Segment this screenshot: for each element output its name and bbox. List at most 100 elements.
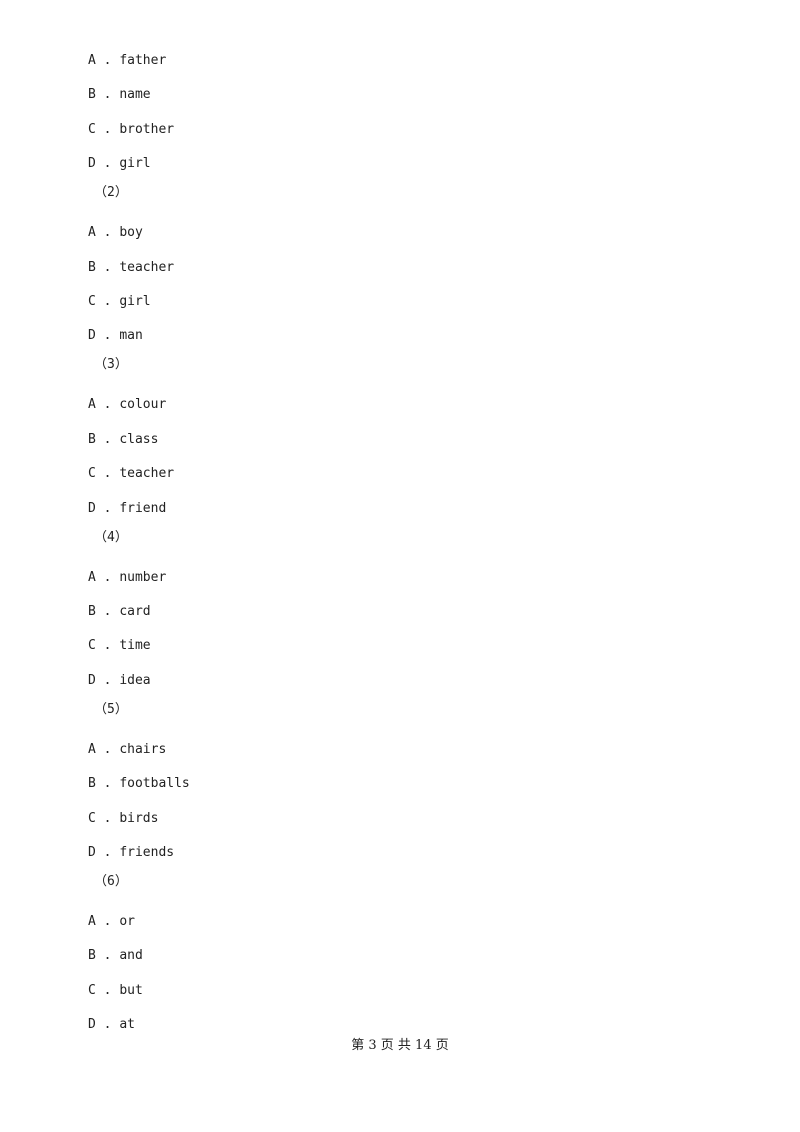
option-text: girl (119, 156, 151, 172)
option-separator: . (95, 569, 120, 585)
answer-option: A . colour (88, 397, 166, 413)
option-separator: . (95, 604, 120, 619)
answer-option: B . card (88, 604, 151, 620)
option-letter: B (88, 431, 96, 447)
answer-option: B . name (88, 87, 151, 103)
question-number: （5） (94, 701, 128, 717)
question-number: （3） (94, 357, 128, 373)
answer-option: C . brother (88, 122, 174, 138)
option-letter: D (88, 845, 96, 860)
option-text: but (119, 982, 143, 998)
option-text: card (119, 604, 151, 619)
question-number: （4） (94, 529, 128, 545)
option-separator: . (95, 156, 120, 172)
option-letter: D (88, 156, 96, 172)
option-letter: D (88, 672, 96, 688)
option-letter: B (88, 948, 96, 964)
option-letter: C (88, 982, 96, 998)
option-text: or (119, 914, 135, 929)
option-letter: A (88, 569, 96, 585)
answer-option: C . time (88, 638, 151, 654)
answer-option: D . friends (88, 845, 174, 861)
option-separator: . (95, 672, 120, 688)
answer-option: B . teacher (88, 260, 174, 276)
option-text: colour (119, 397, 167, 413)
option-text: time (119, 638, 151, 654)
question-number: （6） (94, 874, 128, 889)
option-letter: C (88, 121, 96, 137)
option-separator: . (95, 914, 120, 929)
answer-option: D . friend (88, 501, 166, 517)
option-separator: . (95, 810, 120, 826)
option-separator: . (95, 845, 120, 860)
option-text: idea (119, 672, 151, 688)
answer-option: A . or (88, 914, 135, 930)
option-separator: . (95, 53, 120, 68)
option-separator: . (95, 776, 120, 792)
option-text: friend (119, 500, 167, 516)
option-separator: . (95, 87, 120, 103)
option-letter: D (88, 500, 96, 516)
option-text: name (119, 87, 151, 103)
option-separator: . (95, 397, 120, 413)
option-text: and (119, 948, 143, 964)
page-footer: 第 3 页 共 14 页 (351, 1038, 449, 1053)
answer-option: C . girl (88, 294, 151, 310)
option-separator: . (95, 431, 120, 447)
option-letter: B (88, 604, 96, 619)
option-letter: A (88, 397, 96, 413)
option-letter: B (88, 776, 96, 792)
answer-option: C . but (88, 983, 143, 999)
option-text: girl (119, 294, 151, 309)
option-letter: A (88, 914, 96, 929)
answer-option: A . chairs (88, 742, 166, 758)
question-number: （2） (94, 185, 128, 201)
option-separator: . (95, 121, 120, 137)
option-text: class (119, 431, 159, 447)
answer-option: C . birds (88, 811, 158, 827)
option-letter: D (88, 1017, 96, 1033)
option-text: father (119, 53, 167, 68)
option-text: brother (119, 121, 175, 137)
option-text: friends (119, 845, 175, 860)
option-separator: . (95, 466, 120, 482)
option-separator: . (95, 259, 120, 275)
answer-option: B . class (88, 432, 158, 448)
answer-option: C . teacher (88, 466, 174, 482)
option-text: footballs (119, 776, 190, 792)
option-text: teacher (119, 259, 175, 275)
option-separator: . (95, 638, 120, 654)
answer-option: A . father (88, 53, 166, 69)
answer-option: D . man (88, 328, 143, 344)
option-separator: . (95, 328, 120, 344)
option-letter: C (88, 466, 96, 482)
option-separator: . (95, 1017, 120, 1033)
option-letter: B (88, 259, 96, 275)
option-text: number (119, 569, 167, 585)
option-text: teacher (119, 466, 175, 482)
option-letter: A (88, 225, 96, 241)
option-letter: D (88, 328, 96, 344)
option-text: man (119, 328, 143, 344)
option-separator: . (95, 294, 120, 309)
option-letter: A (88, 741, 96, 757)
option-letter: C (88, 810, 96, 826)
option-text: boy (119, 225, 143, 241)
option-separator: . (95, 500, 120, 516)
answer-option: D . at (88, 1017, 135, 1033)
option-separator: . (95, 948, 120, 964)
answer-option: B . and (88, 948, 143, 964)
option-separator: . (95, 225, 120, 241)
answer-option: D . idea (88, 673, 151, 689)
answer-option: B . footballs (88, 776, 190, 792)
option-letter: A (88, 53, 96, 68)
option-text: birds (119, 810, 159, 826)
answer-option: D . girl (88, 156, 151, 172)
answer-option: A . boy (88, 225, 143, 241)
option-separator: . (95, 741, 120, 757)
option-letter: C (88, 294, 96, 309)
option-separator: . (95, 982, 120, 998)
option-letter: B (88, 87, 96, 103)
answer-option: A . number (88, 570, 166, 586)
option-text: chairs (119, 741, 167, 757)
